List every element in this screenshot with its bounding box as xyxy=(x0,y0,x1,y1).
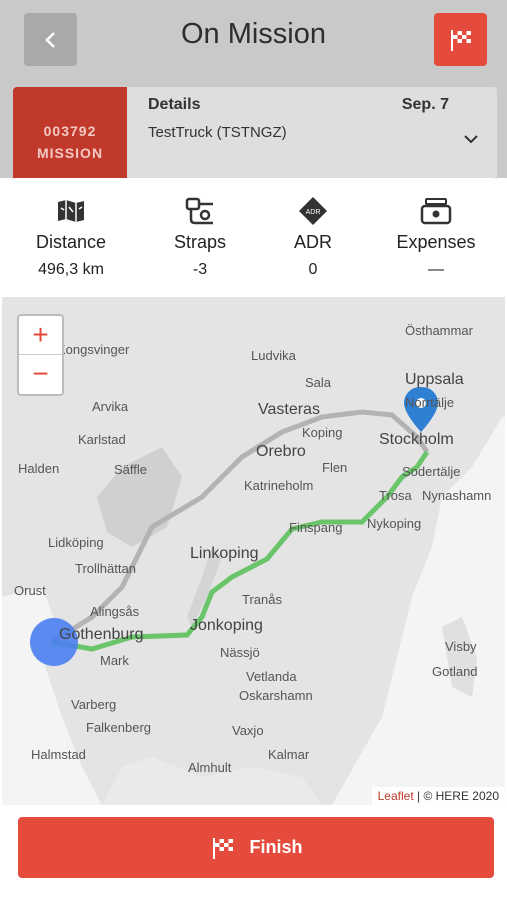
place-label: Orebro xyxy=(256,443,306,460)
finish-flag-button[interactable] xyxy=(434,13,487,66)
zoom-out-button[interactable]: − xyxy=(19,355,62,393)
place-label: Trosa xyxy=(379,488,412,503)
place-label: Katrineholm xyxy=(244,478,314,493)
details-label: Details xyxy=(148,96,201,113)
leaflet-link[interactable]: Leaflet xyxy=(378,789,414,803)
chevron-down-icon[interactable] xyxy=(463,133,479,145)
strap-icon xyxy=(185,197,213,225)
stat-adr: ADR ADR 0 xyxy=(250,196,376,279)
stat-expenses: Expenses — xyxy=(373,196,499,279)
place-label: Flen xyxy=(322,460,348,475)
page-title: On Mission xyxy=(180,18,327,50)
place-label: Gothenburg xyxy=(59,626,144,643)
place-label: Nässjö xyxy=(220,645,260,660)
place-label: Uppsala xyxy=(405,371,464,388)
attribution-text: | © HERE 2020 xyxy=(417,789,499,803)
place-label: Alingsås xyxy=(90,604,140,619)
stat-label: Expenses xyxy=(396,232,476,252)
stat-distance: Distance 496,3 km xyxy=(8,196,134,279)
mission-date: Sep. 7 xyxy=(401,96,449,113)
place-label: Halmstad xyxy=(31,747,86,762)
place-label: Stockholm xyxy=(379,431,454,448)
place-label: Halden xyxy=(18,461,60,476)
place-label: Linkoping xyxy=(190,545,259,562)
finish-button[interactable]: Finish xyxy=(18,817,494,878)
truck-name: TestTruck (TSTNGZ) xyxy=(148,124,287,141)
place-label: Mark xyxy=(100,653,129,668)
stat-label: Distance xyxy=(35,232,107,252)
finish-label: Finish xyxy=(249,837,303,857)
place-label: Vasteras xyxy=(258,401,320,418)
stat-value: 496,3 km xyxy=(38,261,104,278)
place-label: Vetlanda xyxy=(246,669,297,684)
mission-label: MISSION xyxy=(36,145,104,161)
place-label: Karlstad xyxy=(78,432,126,447)
cash-register-icon xyxy=(420,198,452,225)
place-label: Östhammar xyxy=(405,323,473,338)
checkered-flag-icon xyxy=(450,29,471,51)
mission-id: 003792 xyxy=(43,123,97,139)
place-label: Norrtälje xyxy=(405,395,455,410)
place-label: Ludvika xyxy=(251,348,296,363)
zoom-in-button[interactable]: + xyxy=(19,316,62,355)
place-label: Arvika xyxy=(92,399,129,414)
svg-text:ADR: ADR xyxy=(306,209,321,216)
place-label: Gotland xyxy=(432,664,478,679)
place-label: Orust xyxy=(14,583,46,598)
place-label: Koping xyxy=(302,425,343,440)
place-label: Oskarshamn xyxy=(239,688,313,703)
place-label: Sala xyxy=(305,375,332,390)
place-label: Kalmar xyxy=(268,747,310,762)
place-label: Falkenberg xyxy=(86,720,152,735)
map-icon xyxy=(58,200,84,222)
place-label: Trollhättan xyxy=(75,561,136,576)
stat-value: 0 xyxy=(308,261,318,278)
place-label: Almhult xyxy=(188,760,232,775)
stat-label: ADR xyxy=(293,232,332,252)
place-label: Nynashamn xyxy=(422,488,492,503)
stat-label: Straps xyxy=(173,232,227,252)
place-label: Tranås xyxy=(242,592,282,607)
map-attribution: Leaflet | © HERE 2020 xyxy=(371,787,505,805)
route-map[interactable]: Östhammar Kongsvinger Ludvika Uppsala Sa… xyxy=(2,297,505,805)
zoom-control: + − xyxy=(17,314,64,396)
place-label: Kongsvinger xyxy=(57,342,130,357)
place-label: Säffle xyxy=(114,462,148,477)
place-label: Jonkoping xyxy=(190,617,263,634)
stat-value: — xyxy=(428,261,444,278)
adr-diamond-icon: ADR xyxy=(299,197,327,225)
checkered-flag-icon xyxy=(212,837,233,859)
place-label: Varberg xyxy=(71,697,117,712)
stat-straps: Straps -3 xyxy=(137,196,263,279)
place-label: Lidköping xyxy=(48,535,104,550)
place-label: Visby xyxy=(445,639,477,654)
stat-value: -3 xyxy=(192,261,208,278)
place-label: Vaxjo xyxy=(232,723,264,738)
place-label: Finspang xyxy=(289,520,343,535)
place-label: Nykoping xyxy=(367,516,422,531)
place-label: Sodertälje xyxy=(402,464,461,479)
